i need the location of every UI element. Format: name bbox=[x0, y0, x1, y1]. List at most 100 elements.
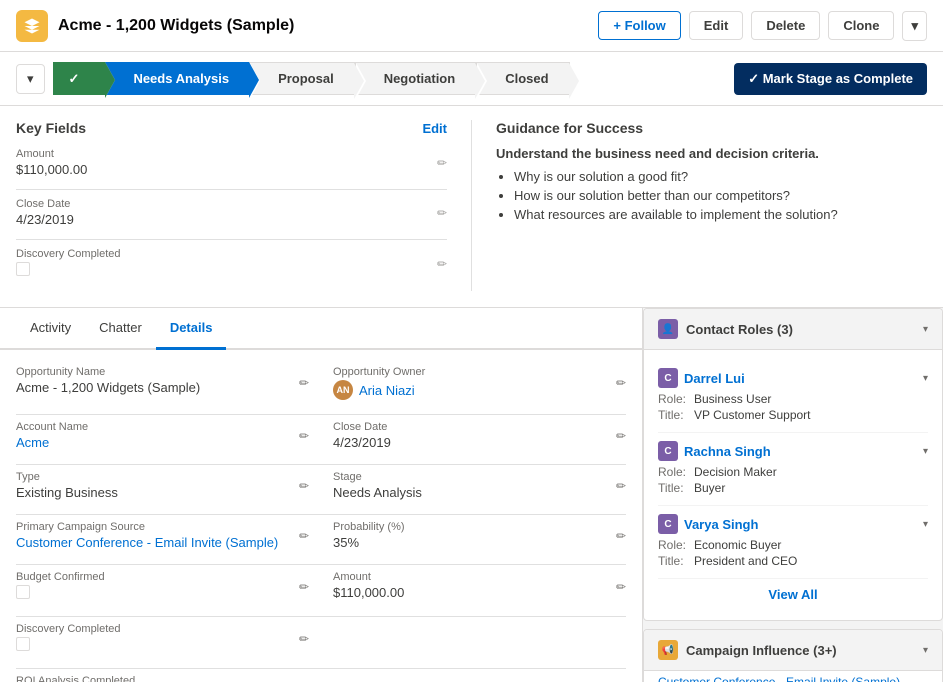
guidance-subtitle: Understand the business need and decisio… bbox=[496, 146, 927, 161]
tabs-bar: Activity Chatter Details bbox=[0, 308, 642, 350]
campaign-influence-title: 📢 Campaign Influence (3+) bbox=[658, 640, 837, 660]
campaign-link[interactable]: Customer Conference - Email Invite (Samp… bbox=[644, 671, 942, 682]
contact-darrel-name[interactable]: C Darrel Lui bbox=[658, 368, 745, 388]
stage-detail-edit-icon[interactable]: ✏ bbox=[616, 479, 626, 493]
contact-roles-collapse-icon[interactable]: ▾ bbox=[923, 324, 928, 335]
stage-detail-label: Stage bbox=[333, 471, 626, 483]
contact-darrel-icon: C bbox=[658, 368, 678, 388]
budget-confirmed-edit-icon[interactable]: ✏ bbox=[299, 580, 309, 594]
view-all-contacts-link[interactable]: View All bbox=[658, 579, 928, 610]
detail-probability: Probability (%) 35% ✏ bbox=[333, 521, 626, 550]
details-content: Opportunity Name Acme - 1,200 Widgets (S… bbox=[0, 350, 642, 682]
amount-detail-label: Amount bbox=[333, 571, 626, 583]
contact-rachna-header: C Rachna Singh ▾ bbox=[658, 441, 928, 461]
close-date-value: 4/23/2019 bbox=[16, 212, 447, 227]
contact-varya-name[interactable]: C Varya Singh bbox=[658, 514, 758, 534]
more-actions-button[interactable]: ▾ bbox=[902, 11, 927, 41]
account-name-edit-icon[interactable]: ✏ bbox=[299, 429, 309, 443]
opportunity-icon bbox=[16, 10, 48, 42]
amount-edit-icon[interactable]: ✏ bbox=[437, 156, 447, 170]
close-date-edit-icon[interactable]: ✏ bbox=[437, 206, 447, 220]
contact-rachna-role: Role: Decision Maker bbox=[658, 465, 928, 479]
close-date-detail-edit-icon[interactable]: ✏ bbox=[616, 429, 626, 443]
amount-detail-edit-icon[interactable]: ✏ bbox=[616, 580, 626, 594]
stage-negotiation[interactable]: Negotiation bbox=[355, 62, 477, 95]
amount-value: $110,000.00 bbox=[16, 162, 447, 177]
contact-roles-label: Contact Roles (3) bbox=[686, 322, 793, 337]
detail-row-4: Primary Campaign Source Customer Confere… bbox=[16, 521, 626, 550]
header: Acme - 1,200 Widgets (Sample) + Follow E… bbox=[0, 0, 943, 52]
stage-label: Needs Analysis bbox=[133, 71, 229, 86]
detail-close-date: Close Date 4/23/2019 ✏ bbox=[333, 421, 626, 450]
clone-button[interactable]: Clone bbox=[828, 11, 894, 40]
campaign-influence-card: 📢 Campaign Influence (3+) ▾ Customer Con… bbox=[643, 629, 943, 682]
title-value-2: Buyer bbox=[694, 481, 725, 495]
contact-roles-header: 👤 Contact Roles (3) ▾ bbox=[644, 309, 942, 350]
budget-confirmed-label: Budget Confirmed bbox=[16, 571, 309, 583]
detail-discovery-completed: Discovery Completed ✏ bbox=[16, 623, 309, 654]
primary-campaign-edit-icon[interactable]: ✏ bbox=[299, 529, 309, 543]
stage-completed[interactable]: ✓ bbox=[53, 62, 106, 95]
primary-campaign-value[interactable]: Customer Conference - Email Invite (Samp… bbox=[16, 535, 309, 550]
detail-primary-campaign: Primary Campaign Source Customer Confere… bbox=[16, 521, 309, 550]
guidance-section: Guidance for Success Understand the busi… bbox=[472, 120, 927, 291]
key-fields-section: Key Fields Edit Amount $110,000.00 ✏ Clo… bbox=[0, 106, 943, 308]
opp-owner-edit-icon[interactable]: ✏ bbox=[616, 376, 626, 390]
detail-account-name: Account Name Acme ✏ bbox=[16, 421, 309, 450]
campaign-icon: 📢 bbox=[658, 640, 678, 660]
opp-owner-value[interactable]: AN Aria Niazi bbox=[333, 380, 626, 400]
stage-label: Proposal bbox=[278, 71, 334, 86]
opp-name-label: Opportunity Name bbox=[16, 366, 309, 378]
tab-chatter[interactable]: Chatter bbox=[85, 308, 156, 348]
stage-detail-value: Needs Analysis bbox=[333, 485, 626, 500]
mark-stage-complete-button[interactable]: ✓ Mark Stage as Complete bbox=[734, 63, 927, 95]
opp-name-edit-icon[interactable]: ✏ bbox=[299, 376, 309, 390]
campaign-influence-header: 📢 Campaign Influence (3+) ▾ bbox=[644, 630, 942, 671]
tab-details[interactable]: Details bbox=[156, 308, 227, 350]
close-date-detail-label: Close Date bbox=[333, 421, 626, 433]
discovery-detail-checkbox[interactable] bbox=[16, 637, 30, 651]
field-amount: Amount $110,000.00 ✏ bbox=[16, 148, 447, 177]
discovery-detail-edit-icon[interactable]: ✏ bbox=[299, 632, 309, 646]
stage-closed[interactable]: Closed bbox=[476, 62, 569, 95]
amount-label: Amount bbox=[16, 148, 447, 160]
campaign-influence-collapse-icon[interactable]: ▾ bbox=[923, 645, 928, 656]
probability-edit-icon[interactable]: ✏ bbox=[616, 529, 626, 543]
contact-rachna-name[interactable]: C Rachna Singh bbox=[658, 441, 771, 461]
contact-darrel-header: C Darrel Lui ▾ bbox=[658, 368, 928, 388]
type-value: Existing Business bbox=[16, 485, 309, 500]
discovery-checkbox[interactable] bbox=[16, 262, 30, 276]
type-edit-icon[interactable]: ✏ bbox=[299, 479, 309, 493]
contact-rachna-title: Title: Buyer bbox=[658, 481, 928, 495]
detail-row-2: Account Name Acme ✏ Close Date 4/23/2019… bbox=[16, 421, 626, 450]
contact-varya-role: Role: Economic Buyer bbox=[658, 538, 928, 552]
contact-rachna-more-icon[interactable]: ▾ bbox=[923, 446, 928, 457]
guidance-list: Why is our solution a good fit? How is o… bbox=[496, 169, 927, 222]
stage-needs-analysis[interactable]: Needs Analysis bbox=[105, 62, 249, 95]
discovery-detail-label: Discovery Completed bbox=[16, 623, 309, 635]
edit-button[interactable]: Edit bbox=[689, 11, 744, 40]
contact-darrel-role: Role: Business User bbox=[658, 392, 928, 406]
left-panel: Activity Chatter Details Opportunity Nam… bbox=[0, 308, 643, 682]
stages: ✓ Needs Analysis Proposal Negotiation Cl… bbox=[53, 62, 723, 95]
account-name-value[interactable]: Acme bbox=[16, 435, 309, 450]
detail-opp-owner: Opportunity Owner AN Aria Niazi ✏ bbox=[333, 366, 626, 400]
account-name-label: Account Name bbox=[16, 421, 309, 433]
contact-rachna-singh: C Rachna Singh ▾ Role: Decision Maker Ti… bbox=[658, 433, 928, 506]
delete-button[interactable]: Delete bbox=[751, 11, 820, 40]
discovery-edit-icon[interactable]: ✏ bbox=[437, 257, 447, 271]
stage-dropdown-button[interactable]: ▾ bbox=[16, 64, 45, 94]
guidance-item-3: What resources are available to implemen… bbox=[514, 207, 927, 222]
stage-proposal[interactable]: Proposal bbox=[249, 62, 355, 95]
opp-owner-label: Opportunity Owner bbox=[333, 366, 626, 378]
follow-button[interactable]: + Follow bbox=[598, 11, 680, 40]
role-value-2: Decision Maker bbox=[694, 465, 777, 479]
contact-varya-more-icon[interactable]: ▾ bbox=[923, 519, 928, 530]
budget-confirmed-checkbox[interactable] bbox=[16, 585, 30, 599]
contact-darrel-more-icon[interactable]: ▾ bbox=[923, 373, 928, 384]
guidance-item-2: How is our solution better than our comp… bbox=[514, 188, 927, 203]
tab-activity[interactable]: Activity bbox=[16, 308, 85, 348]
key-fields-edit-link[interactable]: Edit bbox=[422, 121, 447, 136]
contact-varya-title: Title: President and CEO bbox=[658, 554, 928, 568]
detail-amount: Amount $110,000.00 ✏ bbox=[333, 571, 626, 602]
